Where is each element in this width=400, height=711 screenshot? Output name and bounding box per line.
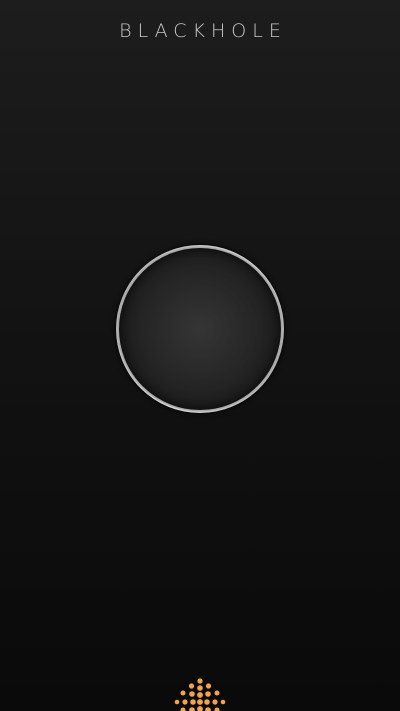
blackhole-button[interactable] — [116, 245, 284, 413]
app-screen: BLACKHOLE — [0, 0, 400, 711]
sun-button[interactable] — [172, 676, 228, 711]
app-title: BLACKHOLE — [119, 20, 287, 42]
sun-dots-icon — [174, 678, 226, 711]
